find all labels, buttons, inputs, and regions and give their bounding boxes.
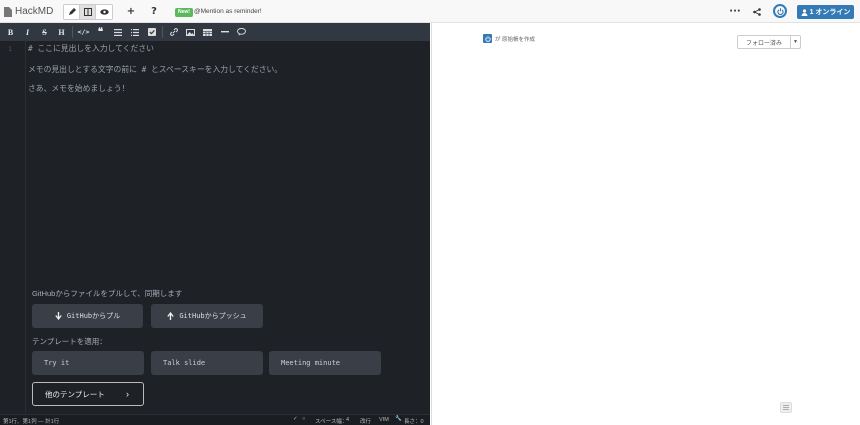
caret-down-icon: ▼: [793, 39, 798, 45]
circle-icon: ○: [302, 416, 306, 422]
comment-icon: [237, 28, 246, 36]
code-icon: </>: [77, 28, 90, 36]
eye-icon: [99, 9, 109, 15]
horizontal-rule-button[interactable]: [218, 25, 231, 39]
announcement-link[interactable]: @Mention as reminder!: [194, 7, 262, 17]
keymap-selector[interactable]: VIM: [379, 417, 389, 423]
line-number: 1: [8, 45, 12, 53]
italic-button[interactable]: I: [21, 25, 34, 39]
chevron-right-icon: ›: [126, 389, 129, 399]
view-mode-group: [63, 4, 113, 20]
help-button[interactable]: ?: [146, 4, 162, 19]
checklist-button[interactable]: [145, 25, 158, 39]
arrow-up-icon: [167, 312, 175, 320]
github-push-label: GitHubからプッシュ: [179, 312, 247, 320]
author-note: が 原始帳を作成: [495, 36, 536, 43]
power-button[interactable]: [773, 4, 787, 18]
toolbar-divider: [72, 26, 73, 38]
view-mode-button[interactable]: [96, 5, 112, 19]
image-button[interactable]: [184, 25, 197, 39]
template-talk-slide-button[interactable]: Talk slide: [151, 351, 263, 375]
line-number-gutter: 1: [0, 41, 26, 413]
columns-icon: [83, 8, 92, 16]
power-icon: [484, 35, 491, 42]
image-icon: [186, 28, 195, 36]
cursor-position: 第1行、第1列 — 計1行: [3, 419, 60, 425]
ordered-list-button[interactable]: [128, 25, 141, 39]
bold-button[interactable]: B: [4, 25, 17, 39]
link-button[interactable]: [167, 25, 180, 39]
pencil-icon: [68, 8, 76, 15]
link-icon: [169, 28, 178, 36]
template-meeting-minute-button[interactable]: Meeting minute: [269, 351, 381, 375]
navbar: HackMD + ? New! @Mention as reminder! ··…: [0, 0, 860, 23]
status-bar: 第1行、第1列 — 計1行 ✓ ○ スペース幅： 4 改行 VIM 🔧 長さ：0: [0, 414, 430, 425]
github-sync-heading: GitHubからファイルをプルして、同期します: [32, 289, 183, 298]
brand[interactable]: HackMD: [4, 4, 53, 19]
toc-button[interactable]: [780, 402, 792, 413]
indent-size-label[interactable]: スペース幅：: [315, 417, 347, 425]
ellipsis-icon: ···: [729, 6, 741, 17]
strikethrough-button[interactable]: S: [38, 25, 51, 39]
editor-line[interactable]: さあ、メモを始めましょう！: [28, 83, 129, 94]
new-note-button[interactable]: +: [123, 4, 139, 19]
indent-size-value[interactable]: 4: [346, 417, 349, 423]
table-button[interactable]: [201, 25, 214, 39]
preview-pane: が 原始帳を作成 フォロー済み ▼: [431, 23, 860, 425]
quote-icon: ❝: [97, 26, 104, 38]
follow-label: フォロー済み: [738, 36, 791, 48]
heading-button[interactable]: H: [55, 25, 68, 39]
online-label: 1 オンライン: [809, 9, 851, 16]
document-length: 長さ：0: [404, 419, 424, 425]
comment-button[interactable]: [235, 25, 248, 39]
wrench-icon[interactable]: 🔧: [395, 416, 402, 422]
minus-icon: [220, 31, 229, 33]
file-icon: [4, 6, 12, 17]
unordered-list-button[interactable]: [111, 25, 124, 39]
author-info: が 原始帳を作成: [483, 34, 535, 43]
follow-dropdown[interactable]: フォロー済み ▼: [737, 35, 801, 49]
quote-button[interactable]: ❝: [94, 25, 107, 39]
template-try-it-button[interactable]: Try it: [32, 351, 144, 375]
code-button[interactable]: </>: [77, 25, 90, 39]
github-pull-button[interactable]: GitHubからプル: [32, 304, 143, 328]
plus-icon: +: [126, 6, 136, 17]
arrow-down-icon: [55, 312, 62, 320]
share-icon: [753, 7, 761, 16]
template-heading: テンプレートを適用：: [32, 337, 107, 346]
avatar[interactable]: [483, 34, 492, 43]
toolbar-divider: [162, 26, 163, 38]
edit-mode-button[interactable]: [64, 5, 80, 19]
split-mode-button[interactable]: [80, 5, 96, 19]
share-button[interactable]: [749, 4, 765, 19]
users-icon: [801, 8, 808, 16]
editor-pane: B I S H </> ❝ 1 # ここに見出しを入力してください メモの見出し…: [0, 23, 430, 425]
other-templates-label: 他のテンプレート: [45, 389, 105, 399]
github-pull-label: GitHubからプル: [66, 312, 121, 320]
online-users-button[interactable]: 1 オンライン: [797, 5, 854, 19]
power-icon: [776, 7, 784, 15]
question-icon: ?: [151, 6, 157, 17]
wrap-toggle[interactable]: 改行: [360, 417, 371, 425]
editor-line[interactable]: メモの見出しとする文字の前に # とスペースキーを入力してください。: [28, 64, 282, 75]
table-icon: [203, 28, 212, 36]
list-icon: [783, 405, 789, 410]
github-push-button[interactable]: GitHubからプッシュ: [151, 304, 263, 328]
check-icon: ✓: [293, 416, 298, 422]
other-templates-button[interactable]: 他のテンプレート ›: [32, 382, 144, 406]
list-icon: [113, 28, 122, 36]
new-badge: New!: [175, 8, 193, 17]
editor-toolbar: B I S H </> ❝: [0, 23, 430, 41]
editor-line[interactable]: # ここに見出しを入力してください: [28, 43, 154, 54]
more-menu-button[interactable]: ···: [727, 4, 743, 19]
brand-name: HackMD: [15, 6, 54, 17]
checkbox-icon: [147, 28, 156, 36]
ordered-list-icon: [130, 28, 139, 36]
